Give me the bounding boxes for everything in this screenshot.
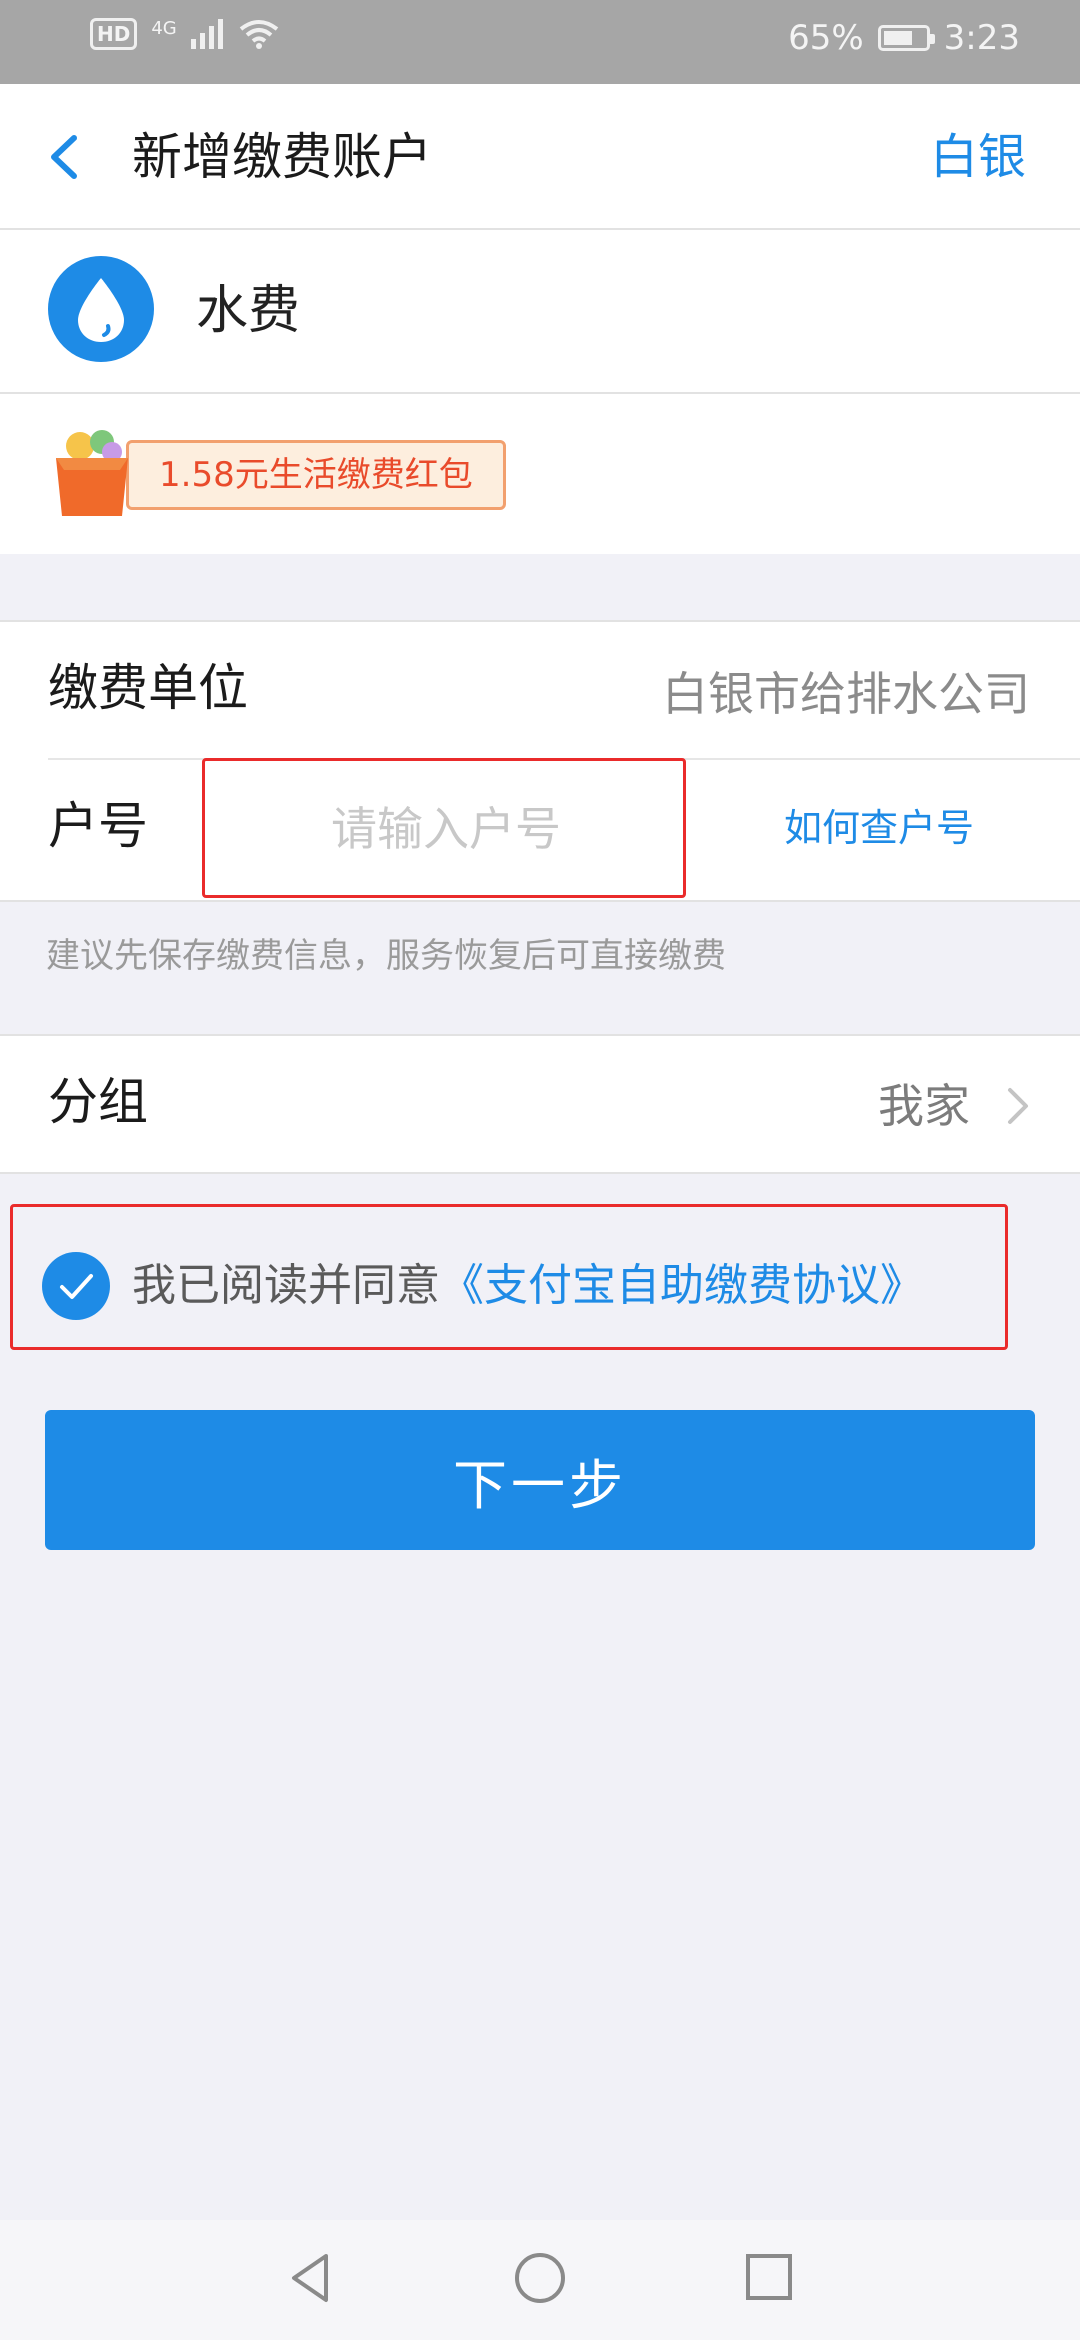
system-nav-bar bbox=[0, 2220, 1080, 2340]
group-row[interactable]: 分组 我家 bbox=[0, 1034, 1080, 1174]
account-input-box[interactable] bbox=[202, 758, 687, 898]
account-input[interactable] bbox=[205, 761, 687, 897]
back-arrow-icon bbox=[51, 135, 77, 179]
nav-bar: 新增缴费账户 白银 bbox=[0, 84, 1080, 230]
unit-label: 缴费单位 bbox=[48, 659, 248, 717]
agreement-prefix: 我已阅读并同意 bbox=[132, 1260, 440, 1311]
back-button[interactable] bbox=[40, 124, 100, 190]
signal-icon bbox=[190, 19, 223, 49]
how-to-find-account-link[interactable]: 如何查户号 bbox=[784, 796, 974, 860]
back-nav-icon[interactable] bbox=[286, 2250, 334, 2306]
water-drop-icon bbox=[48, 256, 154, 362]
network-type: 4G bbox=[151, 18, 177, 39]
status-right: 65% 3:23 bbox=[788, 18, 1020, 58]
hint-text: 建议先保存缴费信息，服务恢复后可直接缴费 bbox=[46, 936, 726, 976]
promo-label: 1.58元生活缴费红包 bbox=[126, 440, 506, 510]
payment-form: 缴费单位 白银市给排水公司 户号 如何查户号 bbox=[0, 620, 1080, 902]
hd-indicator: HD bbox=[90, 18, 138, 50]
check-icon bbox=[60, 1274, 93, 1299]
home-nav-icon[interactable] bbox=[512, 2250, 568, 2306]
agreement-link[interactable]: 《支付宝自助缴费协议》 bbox=[440, 1260, 924, 1311]
group-value: 我家 bbox=[878, 1079, 970, 1133]
service-header: 水费 bbox=[0, 230, 1080, 394]
agreement-text: 我已阅读并同意《支付宝自助缴费协议》 bbox=[132, 1252, 924, 1320]
status-left: HD 4G bbox=[90, 18, 279, 50]
clock: 3:23 bbox=[943, 18, 1020, 58]
promo-banner[interactable]: 1.58元生活缴费红包 bbox=[0, 394, 1080, 554]
group-label: 分组 bbox=[48, 1073, 148, 1131]
account-label: 户号 bbox=[48, 797, 148, 855]
city-selector[interactable]: 白银 bbox=[930, 124, 1026, 190]
agreement-checkbox[interactable] bbox=[42, 1252, 110, 1320]
red-packet-icon bbox=[50, 424, 134, 520]
next-button[interactable]: 下一步 bbox=[45, 1410, 1035, 1550]
status-bar: HD 4G 65% 3:23 bbox=[0, 0, 1080, 84]
recents-nav-icon[interactable] bbox=[744, 2252, 794, 2302]
battery-percent: 65% bbox=[788, 18, 864, 58]
service-name: 水费 bbox=[196, 281, 301, 341]
wifi-icon bbox=[239, 20, 278, 49]
page-title: 新增缴费账户 bbox=[132, 128, 432, 186]
battery-icon bbox=[877, 25, 935, 51]
unit-value[interactable]: 白银市给排水公司 bbox=[662, 662, 1030, 726]
chevron-right-icon bbox=[1008, 1088, 1028, 1124]
